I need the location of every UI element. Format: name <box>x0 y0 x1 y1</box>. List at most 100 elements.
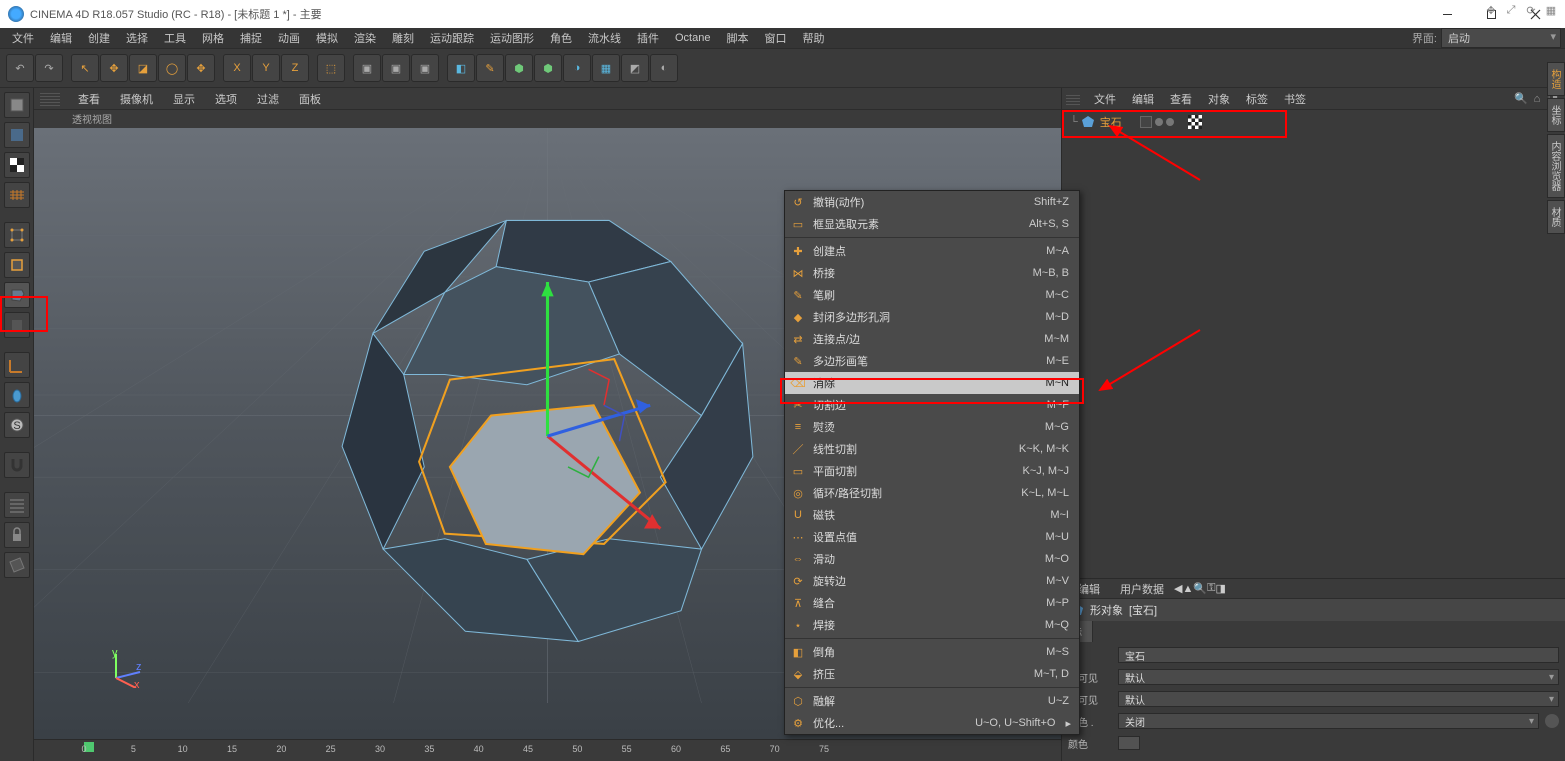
context-menu-item[interactable]: ⇔滑动M~O <box>785 548 1079 570</box>
dock-tab[interactable]: 坐标 <box>1547 98 1565 132</box>
redo-icon[interactable]: ↷ <box>35 54 63 82</box>
context-menu-item[interactable]: ⇄连接点/边M~M <box>785 328 1079 350</box>
move-icon[interactable]: ✥ <box>100 54 128 82</box>
color-swatch[interactable] <box>1118 736 1140 750</box>
menu-item[interactable]: 网格 <box>194 28 232 48</box>
display-color-select[interactable]: 关闭 <box>1118 713 1539 729</box>
back-icon[interactable]: ◀ <box>1174 582 1182 595</box>
om-menu-item[interactable]: 查看 <box>1162 89 1200 109</box>
context-menu-item[interactable]: ⚙优化...U~O, U~Shift+O▸ <box>785 712 1079 734</box>
x-axis-icon[interactable]: X <box>223 54 251 82</box>
menu-item[interactable]: 动画 <box>270 28 308 48</box>
menu-item[interactable]: 运动图形 <box>482 28 542 48</box>
name-input[interactable]: 宝石 <box>1118 647 1559 663</box>
menu-item[interactable]: 创建 <box>80 28 118 48</box>
render-visibility-select[interactable]: 默认 <box>1118 691 1559 707</box>
context-menu-item[interactable]: ⋆焊接M~Q <box>785 614 1079 636</box>
vp-menu-item[interactable]: 过滤 <box>249 89 287 109</box>
context-menu-item[interactable]: ↺撤销(动作)Shift+Z <box>785 191 1079 213</box>
object-mode-icon[interactable] <box>4 312 30 338</box>
menu-item[interactable]: 编辑 <box>42 28 80 48</box>
grip-icon[interactable] <box>1066 93 1080 105</box>
grip-icon[interactable] <box>40 92 60 106</box>
magnet-icon[interactable] <box>4 452 30 478</box>
context-menu-item[interactable]: ✚创建点M~A <box>785 240 1079 262</box>
spline-icon[interactable]: ✎ <box>476 54 504 82</box>
context-menu-item[interactable]: ▭框显选取元素Alt+S, S <box>785 213 1079 235</box>
home-icon[interactable]: ⌂ <box>1529 91 1545 107</box>
model-mode-icon[interactable] <box>4 122 30 148</box>
vp-zoom-icon[interactable]: ⤢ <box>1503 2 1519 18</box>
texture-mode-icon[interactable] <box>4 152 30 178</box>
reset-icon[interactable] <box>1545 714 1559 728</box>
menu-item[interactable]: 角色 <box>542 28 580 48</box>
dock-tab[interactable]: 构造 <box>1547 62 1565 96</box>
context-menu-item[interactable]: ◆封闭多边形孔洞M~D <box>785 306 1079 328</box>
snap-icon[interactable]: S <box>4 412 30 438</box>
om-menu-item[interactable]: 编辑 <box>1124 89 1162 109</box>
context-menu-item[interactable]: ✂切割边M~F <box>785 394 1079 416</box>
context-menu-item[interactable]: ⋈桥接M~B, B <box>785 262 1079 284</box>
vp-menu-item[interactable]: 选项 <box>207 89 245 109</box>
point-mode-icon[interactable] <box>4 222 30 248</box>
search-icon[interactable]: 🔍 <box>1513 91 1529 107</box>
vp-menu-item[interactable]: 显示 <box>165 89 203 109</box>
scale-icon[interactable]: ◪ <box>129 54 157 82</box>
vp-menu-item[interactable]: 查看 <box>70 89 108 109</box>
expand-icon[interactable]: ◨ <box>1215 582 1225 595</box>
attr-menu-item[interactable]: 用户数据 <box>1110 579 1174 599</box>
context-menu-item[interactable]: ⊼缝合M~P <box>785 592 1079 614</box>
menu-item[interactable]: 运动跟踪 <box>422 28 482 48</box>
render-region-icon[interactable]: ▣ <box>382 54 410 82</box>
dock-tab[interactable]: 材质 <box>1547 200 1565 234</box>
editor-visibility-select[interactable]: 默认 <box>1118 669 1559 685</box>
light-icon[interactable]: ◐ <box>650 54 678 82</box>
cube-primitive-icon[interactable]: ◧ <box>447 54 475 82</box>
minimize-button[interactable] <box>1425 0 1469 28</box>
up-icon[interactable]: ▲ <box>1182 583 1193 595</box>
context-menu-item[interactable]: ⬙挤压M~T, D <box>785 663 1079 685</box>
menu-item[interactable]: 模拟 <box>308 28 346 48</box>
lock-workplane-icon[interactable] <box>4 522 30 548</box>
menu-item[interactable]: 帮助 <box>794 28 832 48</box>
lasso-icon[interactable]: ✥ <box>187 54 215 82</box>
menu-item[interactable]: 工具 <box>156 28 194 48</box>
layout-dropdown[interactable]: 启动 <box>1441 28 1561 48</box>
floor-icon[interactable]: ▦ <box>592 54 620 82</box>
z-axis-icon[interactable]: Z <box>281 54 309 82</box>
menu-item[interactable]: Octane <box>667 30 718 46</box>
om-menu-item[interactable]: 文件 <box>1086 89 1124 109</box>
y-axis-icon[interactable]: Y <box>252 54 280 82</box>
menu-item[interactable]: 文件 <box>4 28 42 48</box>
menu-item[interactable]: 捕捉 <box>232 28 270 48</box>
context-menu-item[interactable]: ≡熨烫M~G <box>785 416 1079 438</box>
render-settings-icon[interactable]: ▣ <box>411 54 439 82</box>
make-editable-icon[interactable] <box>4 92 30 118</box>
menu-item[interactable]: 脚本 <box>718 28 756 48</box>
menu-item[interactable]: 流水线 <box>580 28 629 48</box>
menu-item[interactable]: 雕刻 <box>384 28 422 48</box>
context-menu-item[interactable]: ⟳旋转边M~V <box>785 570 1079 592</box>
context-menu-item[interactable]: ✎多边形画笔M~E <box>785 350 1079 372</box>
dock-tab[interactable]: 内容浏览器 <box>1547 134 1565 198</box>
menu-item[interactable]: 渲染 <box>346 28 384 48</box>
plane-icon[interactable] <box>4 552 30 578</box>
search-icon[interactable]: 🔍 <box>1193 582 1207 595</box>
om-menu-item[interactable]: 标签 <box>1238 89 1276 109</box>
polygon-mode-icon[interactable] <box>4 282 30 308</box>
context-menu-item[interactable]: ▭平面切割K~J, M~J <box>785 460 1079 482</box>
menu-item[interactable]: 插件 <box>629 28 667 48</box>
vp-menu-item[interactable]: 摄像机 <box>112 89 161 109</box>
rotate-icon[interactable]: ◯ <box>158 54 186 82</box>
context-menu-item[interactable]: ⬡融解U~Z <box>785 690 1079 712</box>
om-menu-item[interactable]: 书签 <box>1276 89 1314 109</box>
mouse-icon[interactable] <box>4 382 30 408</box>
context-menu-item[interactable]: U磁铁M~I <box>785 504 1079 526</box>
context-menu-item[interactable]: ⋯设置点值M~U <box>785 526 1079 548</box>
select-icon[interactable]: ↖ <box>71 54 99 82</box>
deformer-icon[interactable]: ⬢ <box>534 54 562 82</box>
generator-icon[interactable]: ⬢ <box>505 54 533 82</box>
timeline-ruler[interactable]: 051015202530354045505560657075 <box>34 739 1061 761</box>
menu-item[interactable]: 选择 <box>118 28 156 48</box>
vp-maximize-icon[interactable]: ▦ <box>1543 2 1559 18</box>
